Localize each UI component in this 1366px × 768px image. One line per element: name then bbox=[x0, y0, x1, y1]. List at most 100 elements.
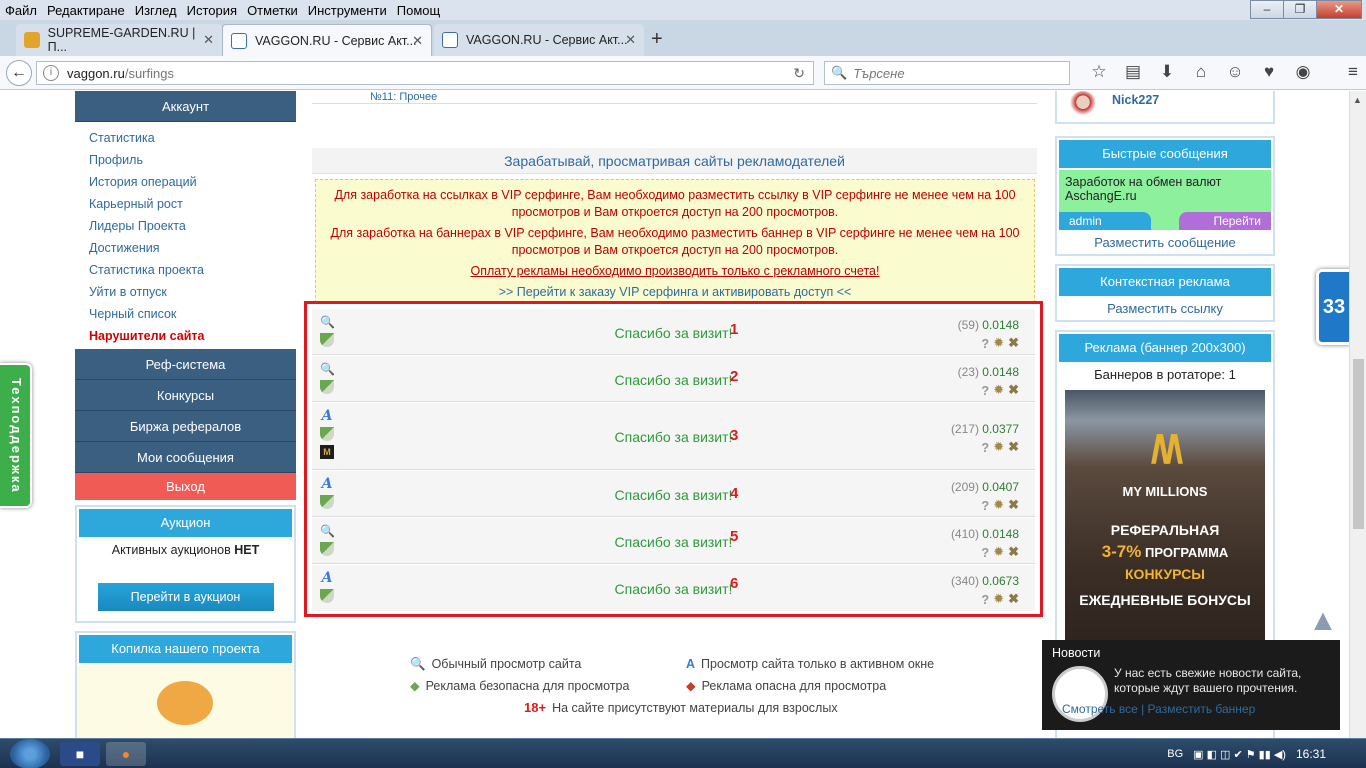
search-input[interactable]: 🔍 Търсене bbox=[824, 61, 1070, 85]
help-icon[interactable]: ? bbox=[981, 440, 989, 455]
list-item[interactable]: A M Спасибо за визит! 3 (217) 0.0377 ? ✹ ✖ bbox=[312, 403, 1035, 470]
fast-message-author[interactable]: admin bbox=[1059, 212, 1151, 230]
list-item[interactable]: 🔍 Спасибо за визит! 1 (59) 0.0148 ? ✹ ✖ bbox=[312, 309, 1035, 355]
tab-supreme-garden[interactable]: SUPREME-GARDEN.RU | П... ✕ bbox=[16, 24, 222, 56]
menu-tools[interactable]: Инструменти bbox=[303, 3, 392, 18]
gear-icon[interactable]: ✹ bbox=[993, 335, 1004, 351]
sidebar-item-career[interactable]: Карьерный рост bbox=[89, 193, 296, 215]
help-icon[interactable]: ? bbox=[981, 592, 989, 607]
close-icon[interactable]: ✖ bbox=[1008, 497, 1019, 513]
help-icon[interactable]: ? bbox=[981, 498, 989, 513]
sidebar-item-vacation[interactable]: Уйти в отпуск bbox=[89, 281, 296, 303]
menu-bookmarks[interactable]: Отметки bbox=[242, 3, 303, 18]
start-button-icon[interactable] bbox=[10, 739, 50, 768]
vip-order-link[interactable]: >> Перейти к заказу VIP серфинга и актив… bbox=[316, 284, 1034, 301]
gear-icon[interactable]: ✹ bbox=[993, 382, 1004, 398]
logout-button[interactable]: Выход bbox=[75, 473, 296, 500]
sidebar-item-leaders[interactable]: Лидеры Проекта bbox=[89, 215, 296, 237]
sidebar-item-blacklist[interactable]: Черный список bbox=[89, 303, 296, 325]
help-icon[interactable]: ? bbox=[981, 383, 989, 398]
scroll-up-icon[interactable]: ▲ bbox=[1353, 95, 1362, 105]
list-item[interactable]: A Спасибо за визит! 6 (340) 0.0673 ? ✹ ✖ bbox=[312, 565, 1035, 611]
close-icon[interactable]: ✖ bbox=[1008, 382, 1019, 398]
taskbar-app-icon[interactable]: ■ bbox=[60, 742, 100, 766]
sidebar-item-profile[interactable]: Профиль bbox=[89, 149, 296, 171]
language-indicator[interactable]: BG bbox=[1167, 748, 1183, 760]
user-nick[interactable]: Nick227 bbox=[1112, 93, 1159, 107]
hamburger-menu-icon[interactable]: ≡ bbox=[1336, 62, 1366, 82]
help-icon[interactable]: ? bbox=[981, 545, 989, 560]
gear-icon[interactable]: ✹ bbox=[993, 544, 1004, 560]
search-icon: 🔍 bbox=[831, 65, 848, 80]
fast-message-go-button[interactable]: Перейти bbox=[1179, 212, 1271, 230]
close-tab-icon[interactable]: ✕ bbox=[625, 32, 636, 48]
globe-icon[interactable]: ◉ bbox=[1286, 62, 1320, 82]
menu-file[interactable]: Файл bbox=[0, 3, 42, 18]
bookmark-star-icon[interactable]: ☆ bbox=[1082, 62, 1116, 82]
counter-badge[interactable]: 33 bbox=[1316, 269, 1352, 345]
help-icon[interactable]: ? bbox=[981, 336, 989, 351]
sidebar-item-referral-exchange[interactable]: Биржа рефералов bbox=[75, 411, 296, 442]
close-icon[interactable]: ✖ bbox=[1008, 335, 1019, 351]
new-tab-icon[interactable]: + bbox=[651, 28, 663, 51]
reading-list-icon[interactable]: ▤ bbox=[1116, 62, 1150, 82]
pocket-icon[interactable]: ♥ bbox=[1252, 62, 1286, 82]
go-to-auction-button[interactable]: Перейти в аукцион bbox=[97, 583, 274, 611]
news-links[interactable]: Смотреть все | Разместить баннер bbox=[1062, 702, 1255, 716]
gear-icon[interactable]: ✹ bbox=[993, 439, 1004, 455]
close-icon[interactable]: ✖ bbox=[1008, 544, 1019, 560]
menu-view[interactable]: Изглед bbox=[130, 3, 182, 18]
post-message-link[interactable]: Разместить сообщение bbox=[1057, 232, 1273, 254]
close-window-button[interactable]: ✕ bbox=[1316, 0, 1362, 19]
maximize-button[interactable]: ❐ bbox=[1283, 0, 1317, 19]
category-label[interactable]: №11: Прочее bbox=[370, 91, 437, 103]
close-tab-icon[interactable]: ✕ bbox=[203, 32, 214, 48]
active-window-icon: A bbox=[686, 657, 696, 671]
close-icon[interactable]: ✖ bbox=[1008, 439, 1019, 455]
banner-line3: КОНКУРСЫ bbox=[1125, 566, 1205, 582]
list-item[interactable]: 🔍 Спасибо за визит! 5 (410) 0.0148 ? ✹ ✖ bbox=[312, 518, 1035, 564]
piggy-bank-box: Копилка нашего проекта bbox=[75, 631, 296, 738]
close-icon[interactable]: ✖ bbox=[1008, 591, 1019, 607]
download-icon[interactable]: ⬇ bbox=[1150, 62, 1184, 82]
news-popup[interactable]: Новости У нас есть свежие новости сайта,… bbox=[1042, 640, 1340, 730]
avatar[interactable] bbox=[1069, 91, 1097, 119]
notice-pay-link[interactable]: Оплату рекламы необходимо производить то… bbox=[316, 263, 1034, 280]
chat-icon[interactable]: ☺ bbox=[1218, 62, 1252, 82]
post-link-link[interactable]: Разместить ссылку bbox=[1057, 298, 1273, 320]
sidebar-item-ref-system[interactable]: Реф-система bbox=[75, 349, 296, 380]
sidebar-item-statistics[interactable]: Статистика bbox=[89, 127, 296, 149]
tab-vaggon-active[interactable]: VAGGON.RU - Сервис Акт... ✕ bbox=[222, 24, 432, 56]
gear-icon[interactable]: ✹ bbox=[993, 497, 1004, 513]
gear-icon[interactable]: ✹ bbox=[993, 591, 1004, 607]
sidebar-item-contests[interactable]: Конкурсы bbox=[75, 380, 296, 411]
sidebar-item-project-stats[interactable]: Статистика проекта bbox=[89, 259, 296, 281]
ad-banner[interactable]: /\/\ MY MILLIONS РЕФЕРАЛЬНАЯ 3-7% ПРОГРА… bbox=[1065, 390, 1265, 645]
menu-edit[interactable]: Редактиране bbox=[42, 3, 130, 18]
clock[interactable]: 16:31 bbox=[1296, 747, 1326, 761]
sidebar-item-violators[interactable]: Нарушители сайта bbox=[89, 325, 296, 347]
sidebar-item-messages[interactable]: Мои сообщения bbox=[75, 442, 296, 473]
firefox-icon[interactable]: ● bbox=[106, 742, 146, 766]
back-arrow-icon[interactable]: ← bbox=[6, 60, 32, 86]
tray-icons[interactable]: ▣ ◧ ◫ ✔ ⚑ ▮▮ ◀) bbox=[1193, 748, 1286, 761]
sidebar-item-operations-history[interactable]: История операций bbox=[89, 171, 296, 193]
scrollbar-thumb[interactable] bbox=[1353, 359, 1364, 529]
menu-help[interactable]: Помощ bbox=[392, 3, 445, 18]
list-item[interactable]: 🔍 Спасибо за визит! 2 (23) 0.0148 ? ✹ ✖ bbox=[312, 356, 1035, 402]
address-bar[interactable]: i vaggon.ru/surfings ↻ bbox=[36, 61, 814, 85]
list-item[interactable]: A Спасибо за визит! 4 (209) 0.0407 ? ✹ ✖ bbox=[312, 471, 1035, 517]
menu-history[interactable]: История bbox=[182, 3, 242, 18]
tab-vaggon[interactable]: VAGGON.RU - Сервис Акт... ✕ bbox=[434, 24, 644, 56]
search-placeholder: Търсене bbox=[853, 65, 905, 81]
sidebar-item-achievements[interactable]: Достижения bbox=[89, 237, 296, 259]
minimize-button[interactable]: – bbox=[1250, 0, 1284, 19]
vertical-scrollbar[interactable]: ▲ bbox=[1349, 91, 1366, 738]
home-icon[interactable]: ⌂ bbox=[1184, 62, 1218, 82]
scroll-up-arrow-icon[interactable]: ▲ bbox=[1308, 604, 1338, 637]
info-icon[interactable]: i bbox=[43, 65, 59, 81]
close-tab-icon[interactable]: ✕ bbox=[412, 33, 423, 49]
price: 0.0148 bbox=[982, 318, 1019, 332]
tech-support-tab[interactable]: Техподдержка bbox=[0, 363, 32, 508]
reload-icon[interactable]: ↻ bbox=[793, 65, 805, 82]
